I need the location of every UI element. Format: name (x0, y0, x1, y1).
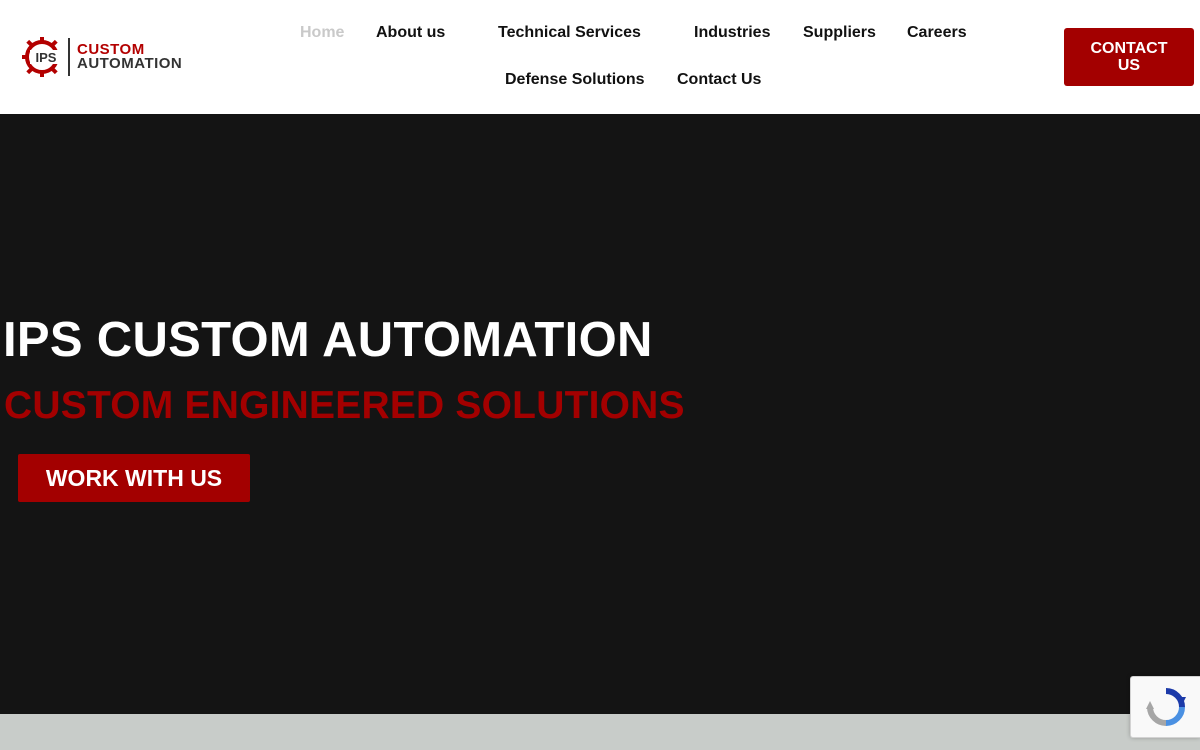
gear-icon: IPS (22, 37, 62, 77)
recaptcha-badge[interactable] (1130, 676, 1200, 738)
next-section-band (0, 714, 1200, 750)
hero-subtitle: CUSTOM ENGINEERED SOLUTIONS (4, 384, 685, 427)
logo-text-automation: AUTOMATION (77, 55, 183, 72)
nav-item-about-us[interactable]: About us (376, 24, 445, 42)
nav-item-suppliers[interactable]: Suppliers (803, 24, 876, 42)
nav-item-technical-services[interactable]: Technical Services (498, 24, 641, 42)
nav-item-contact-us[interactable]: Contact Us (677, 71, 761, 89)
nav-item-defense-solutions[interactable]: Defense Solutions (505, 71, 645, 89)
site-header: IPS CUSTOM AUTOMATION Home About us Tech… (0, 0, 1200, 114)
logo-divider (68, 38, 70, 76)
contact-us-button[interactable]: CONTACT US (1064, 28, 1194, 86)
hero-title: IPS CUSTOM AUTOMATION (3, 313, 653, 367)
nav-item-home[interactable]: Home (300, 24, 344, 42)
logo-mark-text: IPS (36, 50, 57, 65)
hero-section: IPS CUSTOM AUTOMATION CUSTOM ENGINEERED … (0, 114, 1200, 714)
work-with-us-button[interactable]: WORK WITH US (18, 454, 250, 502)
recaptcha-icon (1146, 688, 1186, 726)
site-logo[interactable]: IPS CUSTOM AUTOMATION (22, 36, 202, 78)
nav-item-industries[interactable]: Industries (694, 24, 770, 42)
nav-item-careers[interactable]: Careers (907, 24, 967, 42)
